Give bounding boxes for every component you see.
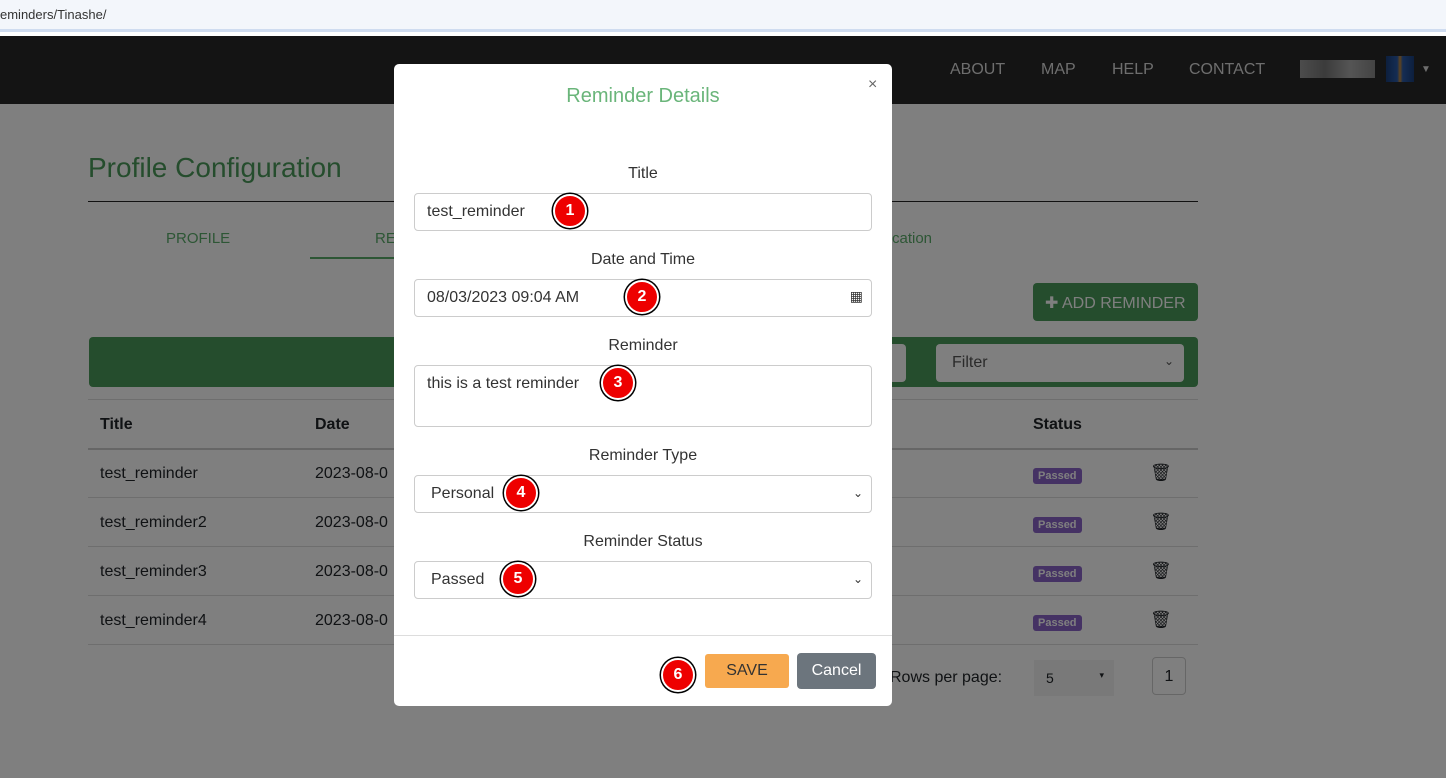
url-text: eminders/Tinashe/ bbox=[0, 7, 107, 22]
title-label: Title bbox=[628, 165, 658, 182]
chevron-down-icon: ⌄ bbox=[852, 572, 863, 586]
reminder-details-modal: Reminder Details × Title test_reminder D… bbox=[394, 64, 892, 706]
annotation-marker: 1 bbox=[553, 194, 587, 228]
reminder-label: Reminder bbox=[608, 337, 678, 354]
address-bar[interactable]: eminders/Tinashe/ bbox=[0, 0, 1446, 32]
title-input[interactable]: test_reminder bbox=[414, 193, 872, 231]
cancel-button[interactable]: Cancel bbox=[797, 653, 876, 689]
annotation-marker: 3 bbox=[601, 366, 635, 400]
calendar-icon[interactable]: ▦ bbox=[850, 288, 863, 305]
type-label: Reminder Type bbox=[588, 447, 698, 464]
annotation-marker: 4 bbox=[504, 476, 538, 510]
save-button[interactable]: SAVE bbox=[705, 654, 789, 688]
status-label: Reminder Status bbox=[583, 533, 703, 550]
status-select[interactable]: Passed ⌄ bbox=[414, 561, 872, 599]
modal-title: Reminder Details bbox=[566, 85, 720, 107]
close-icon[interactable]: × bbox=[868, 76, 877, 94]
annotation-marker: 2 bbox=[625, 280, 659, 314]
divider bbox=[394, 635, 892, 636]
type-select[interactable]: Personal ⌄ bbox=[414, 475, 872, 513]
reminder-textarea[interactable]: this is a test reminder bbox=[414, 365, 872, 427]
chevron-down-icon: ⌄ bbox=[852, 486, 863, 500]
annotation-marker: 5 bbox=[501, 562, 535, 596]
annotation-marker: 6 bbox=[661, 658, 695, 692]
datetime-label: Date and Time bbox=[590, 251, 696, 268]
